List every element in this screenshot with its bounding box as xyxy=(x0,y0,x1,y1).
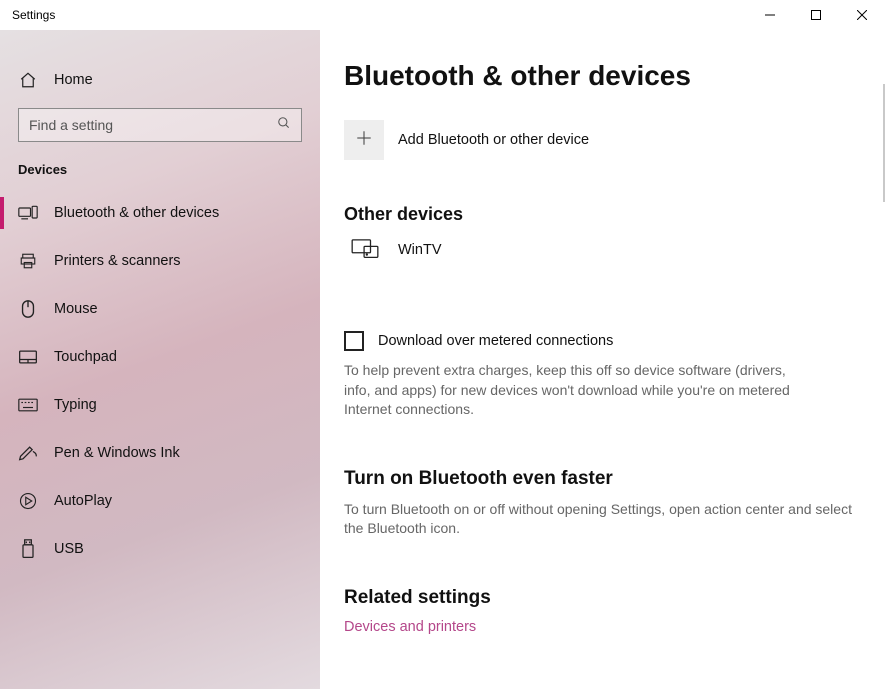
search-input[interactable] xyxy=(29,117,277,133)
metered-checkbox[interactable] xyxy=(344,331,364,351)
sidebar: Home Devices Bluetooth & other devices xyxy=(0,30,320,689)
content-area: Bluetooth & other devices Add Bluetooth … xyxy=(320,30,885,689)
printer-icon xyxy=(18,252,38,270)
sidebar-item-label: AutoPlay xyxy=(54,493,112,509)
sidebar-item-label: Mouse xyxy=(54,301,98,317)
metered-label: Download over metered connections xyxy=(378,333,613,349)
metered-checkbox-row[interactable]: Download over metered connections xyxy=(344,331,865,351)
search-container xyxy=(0,108,320,142)
plus-icon xyxy=(355,129,373,152)
sidebar-item-touchpad[interactable]: Touchpad xyxy=(0,333,320,381)
minimize-button[interactable] xyxy=(747,0,793,30)
sidebar-item-typing[interactable]: Typing xyxy=(0,381,320,429)
settings-window: Settings Home xyxy=(0,0,885,689)
devices-and-printers-link[interactable]: Devices and printers xyxy=(344,619,865,635)
page-heading: Bluetooth & other devices xyxy=(344,60,865,92)
window-controls xyxy=(747,0,885,30)
pen-icon xyxy=(18,444,38,462)
sidebar-item-label: Touchpad xyxy=(54,349,117,365)
device-item[interactable]: WinTV xyxy=(344,239,865,261)
mouse-icon xyxy=(18,299,38,319)
sidebar-item-usb[interactable]: USB xyxy=(0,525,320,573)
sidebar-item-label: Typing xyxy=(54,397,97,413)
sidebar-item-printers[interactable]: Printers & scanners xyxy=(0,237,320,285)
titlebar: Settings xyxy=(0,0,885,30)
search-icon xyxy=(277,116,291,135)
sidebar-section-label: Devices xyxy=(0,162,320,189)
window-body: Home Devices Bluetooth & other devices xyxy=(0,30,885,689)
add-device-label: Add Bluetooth or other device xyxy=(398,132,589,148)
add-device-row[interactable]: Add Bluetooth or other device xyxy=(344,120,865,160)
devices-icon xyxy=(18,205,38,221)
faster-heading: Turn on Bluetooth even faster xyxy=(344,468,865,490)
home-icon xyxy=(18,71,38,89)
touchpad-icon xyxy=(18,349,38,365)
sidebar-item-label: Pen & Windows Ink xyxy=(54,445,180,461)
monitor-icon xyxy=(350,239,380,261)
maximize-button[interactable] xyxy=(793,0,839,30)
window-title: Settings xyxy=(12,8,55,22)
search-box[interactable] xyxy=(18,108,302,142)
other-devices-heading: Other devices xyxy=(344,204,865,225)
usb-icon xyxy=(18,539,38,559)
keyboard-icon xyxy=(18,398,38,412)
sidebar-item-label: USB xyxy=(54,541,84,557)
metered-help-text: To help prevent extra charges, keep this… xyxy=(344,361,804,420)
nav-home[interactable]: Home xyxy=(0,56,320,104)
sidebar-item-label: Bluetooth & other devices xyxy=(54,205,219,221)
sidebar-item-autoplay[interactable]: AutoPlay xyxy=(0,477,320,525)
close-button[interactable] xyxy=(839,0,885,30)
add-device-tile[interactable] xyxy=(344,120,384,160)
sidebar-item-label: Printers & scanners xyxy=(54,253,181,269)
sidebar-item-mouse[interactable]: Mouse xyxy=(0,285,320,333)
faster-text: To turn Bluetooth on or off without open… xyxy=(344,500,864,539)
related-settings-heading: Related settings xyxy=(344,587,865,609)
sidebar-item-pen[interactable]: Pen & Windows Ink xyxy=(0,429,320,477)
nav-home-label: Home xyxy=(54,72,93,88)
device-name: WinTV xyxy=(398,242,442,258)
sidebar-item-bluetooth[interactable]: Bluetooth & other devices xyxy=(0,189,320,237)
autoplay-icon xyxy=(18,492,38,510)
